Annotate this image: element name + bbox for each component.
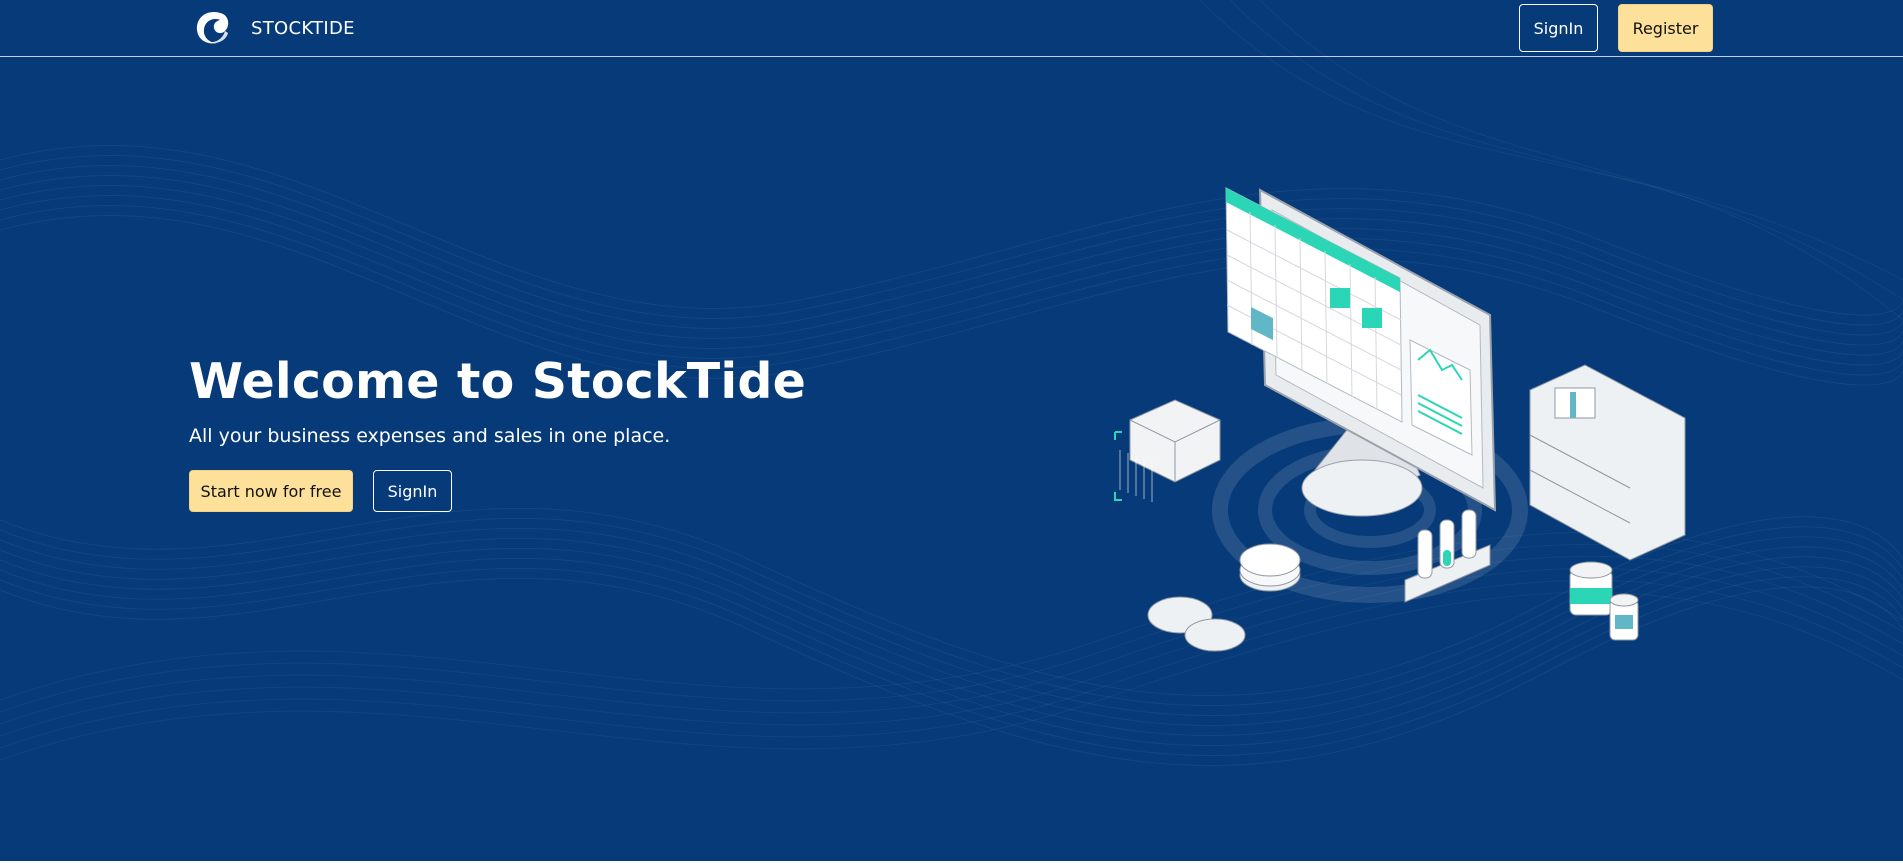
brand-link[interactable]: STOCKTIDE [194, 10, 355, 46]
hero-subtitle: All your business expenses and sales in … [189, 425, 671, 447]
top-navbar: STOCKTIDE SignIn Register [0, 0, 1903, 57]
hero-background: STOCKTIDE SignIn Register Welcome to Sto… [0, 0, 1903, 861]
landing-page: STOCKTIDE SignIn Register Welcome to Sto… [0, 0, 1903, 863]
inventory-dashboard-illustration [1114, 187, 1686, 652]
hero-title: Welcome to StockTide [189, 353, 807, 410]
nav-register-button[interactable]: Register [1618, 4, 1713, 52]
start-free-button[interactable]: Start now for free [189, 470, 353, 512]
nav-signin-button[interactable]: SignIn [1519, 4, 1598, 52]
hero-signin-button[interactable]: SignIn [373, 470, 452, 512]
wave-logo-icon [196, 12, 229, 44]
brand-name: STOCKTIDE [251, 17, 355, 39]
